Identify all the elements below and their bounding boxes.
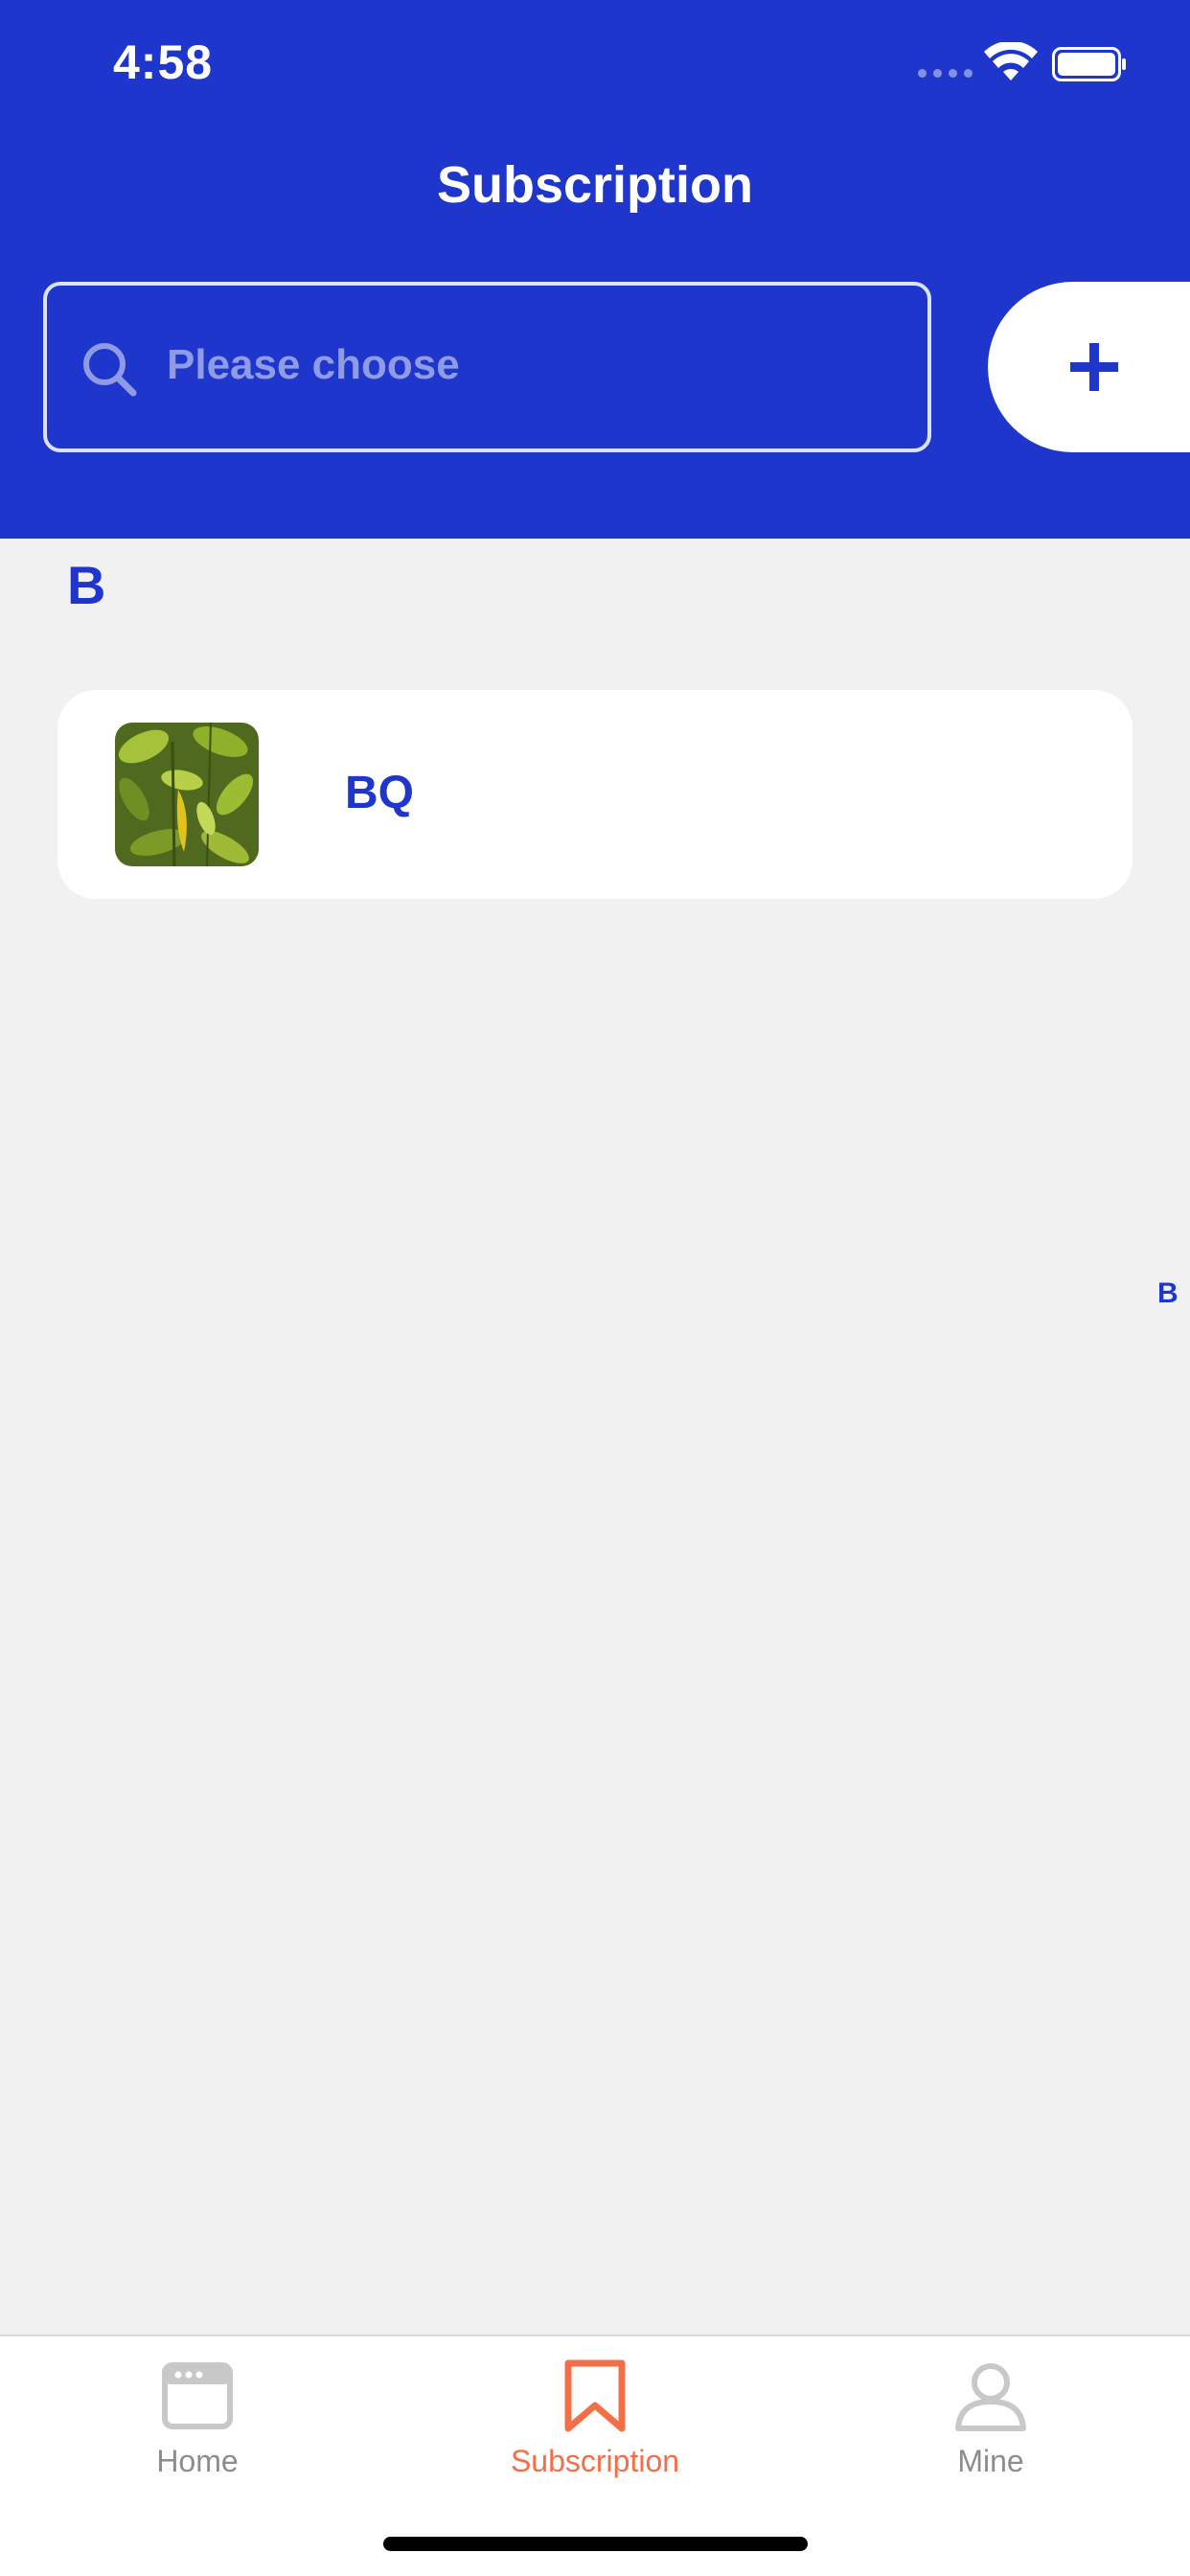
- item-thumbnail: [115, 723, 259, 866]
- plant-photo: [115, 723, 259, 866]
- section-header-letter: B: [67, 555, 106, 615]
- tab-subscription-label: Subscription: [510, 2444, 680, 2478]
- search-icon: [83, 343, 137, 397]
- wifi-icon: [984, 42, 1038, 80]
- tab-home-label: Home: [156, 2444, 239, 2478]
- bookmark-icon: [564, 2359, 626, 2432]
- item-label: BQ: [345, 768, 414, 818]
- tab-home[interactable]: Home: [54, 2358, 341, 2479]
- add-subscription-button[interactable]: [988, 282, 1190, 452]
- list-item[interactable]: BQ: [57, 690, 1133, 899]
- tab-subscription[interactable]: Subscription: [451, 2358, 739, 2479]
- search-input[interactable]: Please choose: [43, 282, 931, 452]
- plus-icon: [1070, 343, 1118, 391]
- subscription-screen: 4:58 Subscription Please choose B BQ B H…: [0, 0, 1190, 2576]
- header: 4:58 Subscription Please choose: [0, 0, 1190, 539]
- search-placeholder: Please choose: [167, 341, 460, 388]
- person-icon: [955, 2363, 1026, 2431]
- battery-icon: [1052, 47, 1126, 81]
- status-time: 4:58: [113, 35, 214, 89]
- home-indicator[interactable]: [383, 2537, 808, 2551]
- page-title: Subscription: [436, 156, 753, 214]
- tab-mine[interactable]: Mine: [847, 2358, 1134, 2479]
- cellular-signal-icon: [918, 69, 973, 78]
- browser-window-icon: [162, 2362, 233, 2429]
- tab-mine-label: Mine: [957, 2444, 1024, 2478]
- index-bar-letter[interactable]: B: [1157, 1277, 1179, 1310]
